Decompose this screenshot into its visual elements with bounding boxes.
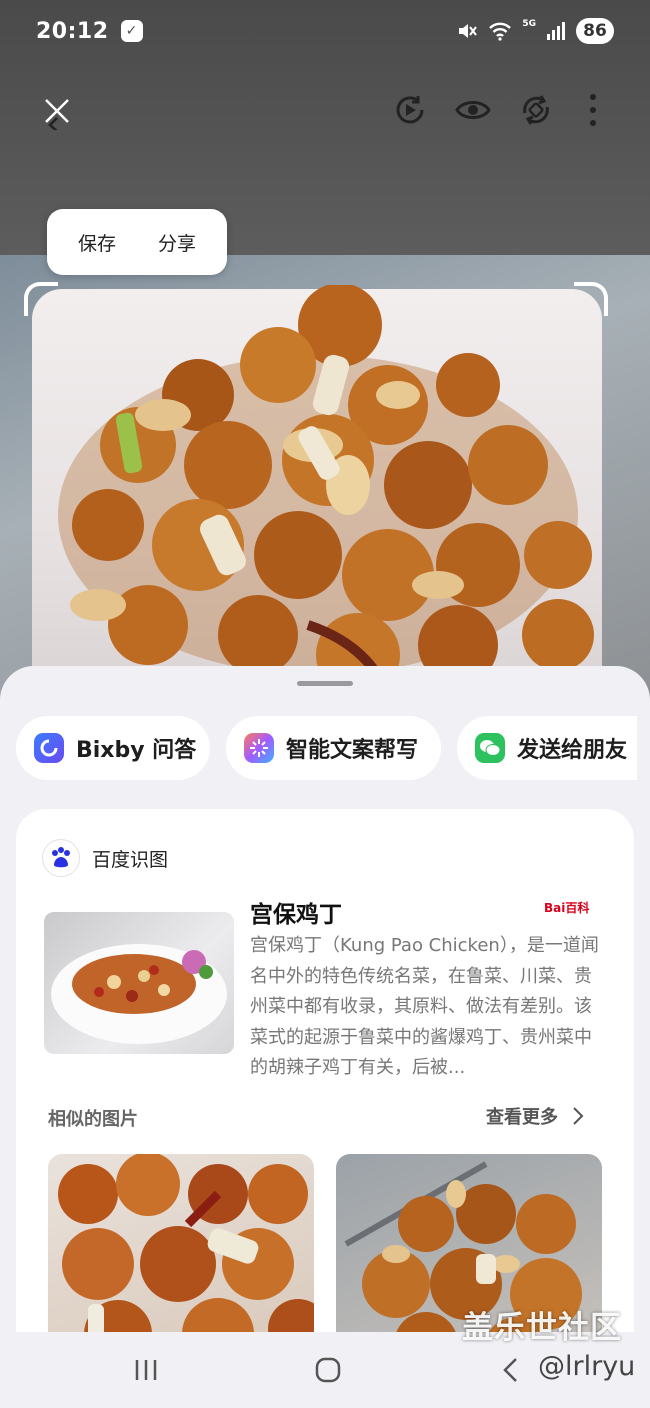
battery-indicator: 86 bbox=[576, 18, 614, 44]
close-button[interactable] bbox=[34, 88, 78, 132]
more-options-button[interactable] bbox=[571, 88, 615, 132]
back-button[interactable] bbox=[490, 1352, 530, 1388]
watermark-user: @lrlryu bbox=[538, 1351, 636, 1382]
wechat-icon bbox=[475, 733, 505, 763]
status-time: 20:12 bbox=[36, 18, 109, 44]
signal-icon bbox=[546, 21, 566, 41]
more-icon bbox=[590, 94, 596, 126]
back-icon bbox=[503, 1358, 517, 1382]
smart-writing-chip[interactable]: 智能文案帮写 bbox=[226, 716, 441, 780]
crop-handle-top-left[interactable] bbox=[24, 282, 58, 316]
wifi-icon bbox=[488, 21, 512, 41]
status-bar: 20:12 ✓ 5G 86 bbox=[0, 0, 650, 62]
status-icons: 5G 86 bbox=[456, 18, 614, 44]
smart-writing-icon bbox=[244, 733, 274, 763]
save-share-popup: 保存 分享 bbox=[47, 209, 227, 275]
home-button[interactable] bbox=[308, 1352, 348, 1388]
baidu-paw-icon bbox=[42, 839, 80, 877]
save-button[interactable]: 保存 bbox=[78, 229, 116, 256]
crop-handle-top-right[interactable] bbox=[574, 282, 608, 316]
send-to-friend-label: 发送给朋友 bbox=[517, 738, 628, 763]
rotate-icon bbox=[523, 95, 549, 125]
close-icon bbox=[45, 99, 69, 130]
recent-apps-icon bbox=[135, 1360, 157, 1380]
share-button[interactable]: 分享 bbox=[158, 229, 196, 256]
watermark-site: 盖乐世社区 bbox=[462, 1310, 622, 1346]
baidu-recognition-card[interactable]: 百度识图 宫保鸡丁 Bai百科 宫保鸡丁（Kung Pao Chicken），是… bbox=[16, 809, 634, 1349]
card-header: 百度识图 bbox=[42, 839, 168, 877]
see-more-label: 查看更多 bbox=[486, 1107, 558, 1128]
similar-images-label: 相似的图片 bbox=[48, 1109, 138, 1130]
home-icon bbox=[315, 1357, 341, 1383]
similar-image-1[interactable] bbox=[48, 1154, 314, 1349]
send-to-friend-chip[interactable]: 发送给朋友 bbox=[457, 716, 637, 780]
bixby-qa-chip[interactable]: Bixby 问答 bbox=[16, 716, 210, 780]
dish-title[interactable]: 宫保鸡丁 bbox=[250, 895, 342, 929]
bottom-sheet: Bixby 问答 智能文案帮写 发送给朋友 百度识图 宫保鸡丁 Bai百科 宫保… bbox=[0, 666, 650, 1408]
baidu-baike-badge: Bai百科 bbox=[544, 901, 590, 915]
sheet-drag-handle[interactable] bbox=[297, 681, 353, 686]
eye-icon bbox=[455, 101, 491, 119]
selected-photo-region[interactable] bbox=[28, 285, 606, 705]
view-button[interactable] bbox=[451, 88, 495, 132]
motion-photo-icon bbox=[396, 96, 424, 124]
card-source-label: 百度识图 bbox=[92, 848, 169, 871]
rotate-button[interactable] bbox=[514, 88, 558, 132]
kung-pao-chicken-image bbox=[58, 285, 594, 697]
notification-app-icon: ✓ bbox=[120, 20, 143, 42]
recent-apps-button[interactable] bbox=[126, 1352, 166, 1388]
action-chips: Bixby 问答 智能文案帮写 发送给朋友 bbox=[0, 716, 650, 780]
mute-icon bbox=[456, 20, 478, 42]
bixby-qa-label: Bixby 问答 bbox=[76, 738, 197, 763]
chevron-right-icon bbox=[573, 1107, 584, 1125]
see-more-link[interactable]: 查看更多 bbox=[486, 1103, 584, 1129]
motion-photo-button[interactable] bbox=[388, 88, 432, 132]
dish-thumbnail[interactable] bbox=[44, 912, 234, 1054]
smart-writing-label: 智能文案帮写 bbox=[286, 738, 419, 763]
dish-description: 宫保鸡丁（Kung Pao Chicken），是一道闻名中外的特色传统名菜，在鲁… bbox=[250, 935, 599, 1078]
bixby-icon bbox=[34, 733, 64, 763]
network-label: 5G bbox=[522, 19, 536, 29]
viewer-toolbar bbox=[0, 82, 650, 138]
